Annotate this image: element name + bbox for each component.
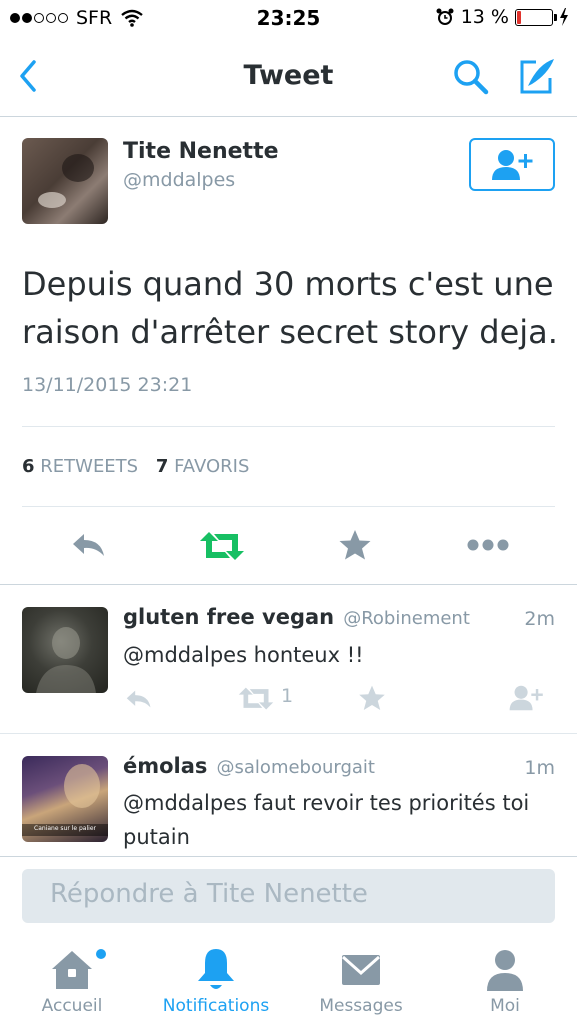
divider bbox=[0, 733, 577, 734]
tab-label: Accueil bbox=[41, 996, 103, 1016]
reply-text: @mddalpes honteux !! bbox=[123, 643, 364, 667]
notification-badge-dot bbox=[96, 949, 106, 959]
tab-label: Messages bbox=[319, 996, 403, 1016]
reply-header: gluten free vegan @Robinement bbox=[123, 605, 470, 629]
battery-level-fill bbox=[517, 10, 521, 24]
battery-percent: 13 % bbox=[460, 6, 509, 28]
compose-icon bbox=[520, 59, 554, 94]
status-right: 13 % bbox=[435, 6, 569, 28]
reply-avatar[interactable] bbox=[22, 607, 108, 693]
favorite-button[interactable] bbox=[338, 528, 372, 562]
tweet-stats: 6 RETWEETS 7 FAVORIS bbox=[22, 456, 249, 477]
reply-button[interactable] bbox=[70, 528, 108, 562]
tweet-timestamp: 13/11/2015 23:21 bbox=[22, 374, 193, 396]
avatar-caption: Caniane sur le palier bbox=[34, 825, 96, 832]
tab-notifications[interactable]: Notifications bbox=[144, 935, 288, 1024]
favorites-label: FAVORIS bbox=[174, 456, 250, 477]
search-button[interactable] bbox=[450, 56, 492, 98]
compose-button[interactable] bbox=[514, 54, 558, 98]
search-icon bbox=[454, 60, 489, 95]
reply-reply-button[interactable] bbox=[124, 686, 154, 712]
retweets-stat[interactable]: 6 RETWEETS bbox=[22, 456, 138, 477]
reply-author-name[interactable]: gluten free vegan bbox=[123, 605, 334, 629]
reply-follow-button[interactable] bbox=[508, 684, 544, 712]
battery-icon bbox=[515, 8, 557, 26]
tab-messages[interactable]: Messages bbox=[289, 935, 433, 1024]
reply-author-handle[interactable]: @Robinement bbox=[343, 608, 470, 629]
person-icon bbox=[487, 950, 523, 991]
favorites-stat[interactable]: 7 FAVORIS bbox=[156, 456, 250, 477]
divider bbox=[0, 584, 577, 585]
divider bbox=[22, 506, 555, 507]
star-icon bbox=[359, 685, 385, 710]
reply-author-name[interactable]: émolas bbox=[123, 754, 207, 778]
divider bbox=[0, 856, 577, 857]
tweet-text: Depuis quand 30 morts c'est une raison d… bbox=[22, 265, 558, 351]
tab-accueil[interactable]: Accueil bbox=[0, 935, 144, 1024]
reply-text: @mddalpes faut revoir tes priorités toi … bbox=[123, 791, 530, 849]
author-handle[interactable]: @mddalpes bbox=[123, 169, 235, 191]
retweets-count: 6 bbox=[22, 456, 35, 477]
reply-avatar[interactable]: Caniane sur le palier bbox=[22, 756, 108, 842]
avatar-photo-icon bbox=[36, 627, 96, 693]
navigation-bar: Tweet bbox=[0, 38, 577, 117]
retweet-icon bbox=[200, 532, 244, 560]
more-button[interactable] bbox=[466, 536, 510, 554]
star-icon bbox=[339, 530, 371, 560]
tab-moi[interactable]: Moi bbox=[433, 935, 577, 1024]
reply-time: 2m bbox=[524, 608, 555, 630]
author-name[interactable]: Tite Nenette bbox=[123, 139, 279, 164]
status-bar: SFR 23:25 13 % bbox=[0, 0, 577, 38]
retweets-label: RETWEETS bbox=[40, 456, 139, 477]
add-user-icon bbox=[509, 685, 543, 711]
home-icon bbox=[52, 951, 92, 989]
bell-icon bbox=[198, 949, 234, 989]
reply-composer-input[interactable]: Répondre à Tite Nenette bbox=[22, 869, 555, 923]
follow-button[interactable] bbox=[469, 138, 555, 191]
charging-bolt-icon bbox=[560, 8, 568, 26]
tab-label: Notifications bbox=[162, 996, 270, 1016]
add-user-icon bbox=[492, 149, 533, 180]
reply-icon bbox=[73, 534, 104, 556]
favorites-count: 7 bbox=[155, 456, 169, 477]
reply-favorite-button[interactable] bbox=[358, 684, 386, 712]
reply-retweet-button[interactable]: 1 bbox=[238, 685, 298, 712]
tab-bar: Accueil Notifications Messages Moi bbox=[0, 935, 577, 1024]
reply-time: 1m bbox=[524, 757, 555, 779]
more-dots-icon bbox=[467, 539, 509, 551]
retweet-button[interactable] bbox=[199, 530, 245, 562]
envelope-icon bbox=[342, 955, 380, 985]
reply-retweet-count: 1 bbox=[281, 685, 294, 707]
divider bbox=[22, 426, 555, 427]
tab-label: Moi bbox=[490, 996, 520, 1016]
alarm-clock-icon bbox=[436, 8, 454, 25]
reply-header: émolas @salomebourgait bbox=[123, 754, 375, 778]
avatar-photo-icon bbox=[38, 154, 94, 208]
reply-author-handle[interactable]: @salomebourgait bbox=[217, 757, 375, 778]
author-avatar[interactable] bbox=[22, 138, 108, 224]
retweet-icon bbox=[238, 687, 274, 710]
reply-icon bbox=[126, 690, 151, 708]
